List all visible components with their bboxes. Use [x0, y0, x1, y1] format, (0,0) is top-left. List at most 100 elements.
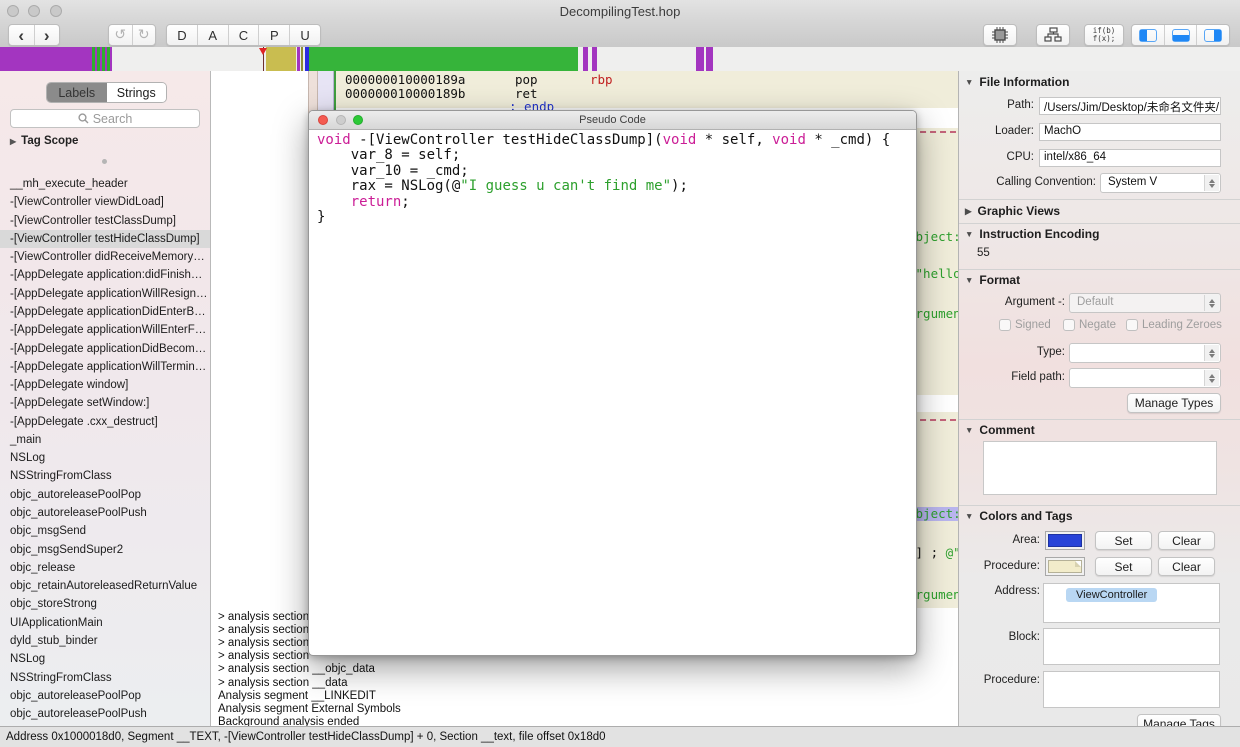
nav-map-segment[interactable] — [0, 47, 92, 71]
nav-map-segment[interactable] — [297, 47, 300, 71]
sidebar-splitter-dot[interactable] — [102, 159, 107, 164]
toggle-left-panel-button[interactable] — [1132, 25, 1165, 45]
cpu-field[interactable]: intel/x86_64 — [1039, 149, 1221, 167]
nav-map-segment[interactable] — [583, 47, 588, 71]
procedure-color-well[interactable] — [1045, 557, 1085, 576]
calling-convention-select[interactable]: System V — [1100, 173, 1221, 193]
procedure-set-button[interactable]: Set — [1095, 557, 1152, 576]
back-button[interactable]: ‹ — [9, 25, 35, 45]
label-list-item[interactable]: -[ViewController testHideClassDump] — [0, 230, 211, 248]
label-list-item[interactable]: -[AppDelegate applicationWillEnterF… — [0, 321, 211, 339]
label-list-item[interactable]: -[ViewController testClassDump] — [0, 212, 211, 230]
assembly-line[interactable]: 000000010000189bret — [338, 87, 613, 101]
label-list-item[interactable]: NSLog — [0, 650, 211, 668]
code-token: } — [317, 209, 325, 225]
label-list-item[interactable]: objc_release — [0, 559, 211, 577]
argument-format-select[interactable]: Default — [1069, 293, 1221, 313]
file-information-header[interactable]: ▼File Information — [965, 75, 1069, 89]
area-set-button[interactable]: Set — [1095, 531, 1152, 550]
pseudo-code-button[interactable]: if(b) f(x); — [1084, 24, 1124, 46]
nav-map-segment[interactable] — [110, 47, 112, 71]
label-list-item[interactable]: -[AppDelegate window] — [0, 376, 211, 394]
field-path-select[interactable] — [1069, 368, 1221, 388]
data-button[interactable]: D — [167, 25, 198, 45]
area-color-well[interactable] — [1045, 531, 1085, 550]
code-button[interactable]: C — [229, 25, 260, 45]
address-tags-box[interactable]: ViewController — [1043, 583, 1220, 623]
procedure-button[interactable]: P — [259, 25, 290, 45]
instruction-encoding-header[interactable]: ▼Instruction Encoding — [965, 227, 1099, 241]
tag-scope-disclosure[interactable]: ▶Tag Scope — [10, 135, 78, 147]
path-field[interactable]: /Users/Jim/Desktop/未命名文件夹/ — [1039, 97, 1221, 115]
label-list-item[interactable]: _main — [0, 431, 211, 449]
type-select[interactable] — [1069, 343, 1221, 363]
pseudo-code-line: rax = NSLog(@"I guess u can't find me"); — [317, 179, 890, 194]
undo-button[interactable]: ↺ — [109, 25, 133, 45]
navigation-map[interactable] — [0, 47, 1240, 72]
format-header[interactable]: ▼Format — [965, 273, 1020, 287]
label-list-item[interactable]: NSStringFromClass — [0, 669, 211, 687]
label-list-item[interactable]: -[AppDelegate applicationWillTermin… — [0, 358, 211, 376]
graph-view-button[interactable] — [1036, 24, 1070, 46]
colors-and-tags-header[interactable]: ▼Colors and Tags — [965, 509, 1073, 523]
pseudo-code-titlebar[interactable]: Pseudo Code — [309, 111, 916, 130]
undefine-button[interactable]: U — [290, 25, 320, 45]
label-list-item[interactable]: -[AppDelegate applicationWillResign… — [0, 285, 211, 303]
label-list-item[interactable]: objc_autoreleasePoolPush — [0, 705, 211, 723]
comment-header[interactable]: ▼Comment — [965, 423, 1035, 437]
label-list-item[interactable]: objc_autoreleasePoolPush — [0, 504, 211, 522]
assembly-line[interactable]: 000000010000189apoprbp — [338, 73, 613, 87]
label-list-item[interactable]: -[AppDelegate .cxx_destruct] — [0, 413, 211, 431]
label-list-item[interactable]: objc_autoreleasePoolPop — [0, 486, 211, 504]
label-list-item[interactable]: UIApplicationMain — [0, 614, 211, 632]
negate-checkbox[interactable]: Negate — [1063, 319, 1116, 331]
area-clear-button[interactable]: Clear — [1158, 531, 1215, 550]
pseudo-code-window[interactable]: Pseudo Code void -[ViewController testHi… — [308, 110, 917, 656]
label-list-item[interactable]: -[AppDelegate setWindow:] — [0, 394, 211, 412]
ascii-button[interactable]: A — [198, 25, 229, 45]
label-list-item[interactable]: -[AppDelegate application:didFinish… — [0, 266, 211, 284]
search-input[interactable]: Search — [10, 109, 200, 128]
analysis-log-line: Analysis segment __LINKEDIT — [218, 690, 376, 702]
cpu-view-button[interactable] — [983, 24, 1017, 46]
label-list-item[interactable]: -[AppDelegate applicationDidBecom… — [0, 340, 211, 358]
procedure-clear-button[interactable]: Clear — [1158, 557, 1215, 576]
loader-field[interactable]: MachO — [1039, 123, 1221, 141]
label-list-item[interactable]: dyld_stub_binder — [0, 632, 211, 650]
manage-types-button[interactable]: Manage Types — [1127, 393, 1221, 413]
label-list-item[interactable]: objc_retainAutoreleasedReturnValue — [0, 577, 211, 595]
comment-textarea[interactable] — [983, 441, 1217, 495]
signed-checkbox[interactable]: Signed — [999, 319, 1051, 331]
assembly-listing[interactable]: 000000010000189apoprbp000000010000189bre… — [338, 73, 613, 114]
label-list-item[interactable]: objc_autoreleasePoolPop — [0, 687, 211, 705]
toggle-bottom-panel-button[interactable] — [1165, 25, 1198, 45]
nav-map-segment[interactable] — [696, 47, 704, 71]
block-tags-box[interactable] — [1043, 628, 1220, 665]
label-list-item[interactable]: -[ViewController viewDidLoad] — [0, 193, 211, 211]
label-list-item[interactable]: objc_msgSend — [0, 522, 211, 540]
nav-map-segment[interactable] — [301, 47, 303, 71]
tab-strings[interactable]: Strings — [107, 83, 167, 102]
procedure-tags-box[interactable] — [1043, 671, 1220, 708]
label-list-item[interactable]: -[AppDelegate applicationDidEnterB… — [0, 303, 211, 321]
leading-zeroes-checkbox[interactable]: Leading Zeroes — [1126, 319, 1222, 331]
right-panel-icon — [1204, 29, 1222, 42]
redo-button[interactable]: ↻ — [133, 25, 156, 45]
label-list-item[interactable]: objc_msgSendSuper2 — [0, 541, 211, 559]
forward-button[interactable]: › — [35, 25, 60, 45]
manage-tags-button[interactable]: Manage Tags — [1137, 714, 1221, 726]
label-list-item[interactable]: __mh_execute_header — [0, 175, 211, 193]
tab-labels[interactable]: Labels — [47, 83, 107, 102]
pseudo-code-text[interactable]: void -[ViewController testHideClassDump]… — [317, 133, 890, 225]
nav-map-segment[interactable] — [706, 47, 713, 71]
label-list-item[interactable]: -[ViewController didReceiveMemory… — [0, 248, 211, 266]
graphic-views-header[interactable]: ▶Graphic Views — [965, 204, 1060, 218]
label-list-item[interactable]: NSStringFromClass — [0, 467, 211, 485]
toggle-right-panel-button[interactable] — [1197, 25, 1229, 45]
nav-map-segment[interactable] — [309, 47, 578, 71]
nav-map-segment[interactable] — [592, 47, 597, 71]
label-list-item[interactable]: NSLog — [0, 449, 211, 467]
nav-map-segment[interactable] — [266, 47, 296, 71]
address-tag-pill[interactable]: ViewController — [1066, 588, 1157, 602]
label-list-item[interactable]: objc_storeStrong — [0, 595, 211, 613]
